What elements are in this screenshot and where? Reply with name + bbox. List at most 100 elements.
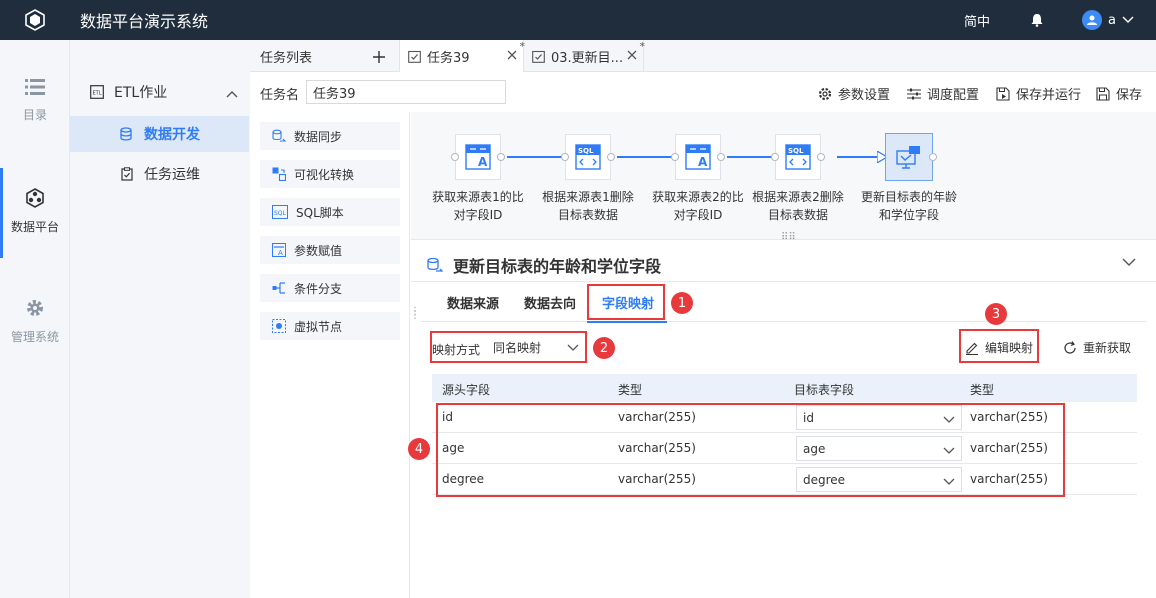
column-header: 源头字段 <box>442 383 491 397</box>
node-port-in[interactable] <box>671 153 679 161</box>
tab-label: 任务39 <box>427 50 470 66</box>
nav-label: 数据平台 <box>10 220 59 234</box>
flow-node-3[interactable]: A <box>671 134 725 180</box>
sub-group-label: ETL作业 <box>114 85 168 101</box>
sub-group-etl[interactable]: ETL ETL作业 <box>70 74 250 110</box>
palette-item-virtual-node[interactable]: 虚拟节点 <box>260 312 400 340</box>
divider <box>421 321 1146 322</box>
button-label: 保存 <box>1116 88 1143 103</box>
sliders-icon <box>907 87 921 101</box>
flow-canvas[interactable]: A 获取来源表1的比 对字段ID SQL 根据来源表1删除 目标表数据 A 获取来源… <box>411 112 1156 243</box>
language-switch[interactable]: 简中 <box>964 11 990 30</box>
node-port-out[interactable] <box>497 153 505 161</box>
app-title: 数据平台演示系统 <box>80 12 209 31</box>
flow-node-1[interactable]: A <box>451 134 505 180</box>
node-palette: 数据同步 可视化转换 SQL SQL脚本 A 参数赋值 条件分支 虚拟节点 <box>250 112 410 598</box>
button-label: 保存并运行 <box>1016 88 1082 103</box>
svg-text:A: A <box>478 155 488 169</box>
flow-node-4[interactable]: SQL <box>771 134 825 180</box>
transform-node-icon: A <box>465 144 491 170</box>
avatar <box>1082 10 1103 30</box>
node-port-out[interactable] <box>817 153 825 161</box>
subtab-data-source[interactable]: 数据来源 <box>447 293 499 312</box>
detail-title: 更新目标表的年龄和学位字段 <box>427 253 661 277</box>
palette-item-sql-script[interactable]: SQL SQL脚本 <box>260 198 400 226</box>
refresh-icon <box>1063 340 1077 355</box>
bell-icon[interactable] <box>1030 13 1044 27</box>
unsaved-mark: * <box>639 40 646 53</box>
nav-item-admin[interactable]: 管理系统 <box>0 298 70 345</box>
palette-item-visual-transform[interactable]: 可视化转换 <box>260 160 400 188</box>
save-and-run-button[interactable]: 保存并运行 <box>996 84 1081 103</box>
flow-node-2[interactable]: SQL <box>561 134 615 180</box>
svg-text:A: A <box>698 155 708 169</box>
nav-item-catalog[interactable]: 目录 <box>0 78 70 123</box>
divider <box>411 281 1156 282</box>
cube-icon <box>0 188 70 208</box>
nav-item-data-platform[interactable]: 数据平台 <box>0 168 70 258</box>
button-label: 重新获取 <box>1083 341 1132 355</box>
transform-icon <box>272 167 286 181</box>
node-port-out[interactable] <box>929 153 937 161</box>
palette-label: 可视化转换 <box>294 167 355 182</box>
task-list-tab[interactable]: 任务列表 <box>250 40 400 72</box>
annotation-box-3 <box>959 329 1039 363</box>
gear-icon <box>818 87 832 101</box>
palette-item-condition-branch[interactable]: 条件分支 <box>260 274 400 302</box>
annotation-badge-1: 1 <box>671 292 693 314</box>
tab-update-target[interactable]: 03.更新目... * <box>524 40 646 72</box>
sync-node-icon <box>896 146 920 169</box>
subtab-data-target[interactable]: 数据去向 <box>524 293 576 312</box>
palette-label: SQL脚本 <box>296 205 344 220</box>
task-name-input[interactable] <box>306 80 506 104</box>
close-icon[interactable] <box>627 48 637 64</box>
node-port-out[interactable] <box>717 153 725 161</box>
palette-label: 参数赋值 <box>294 243 343 258</box>
top-bar: 数据平台演示系统 简中 a <box>0 0 1156 40</box>
list-icon <box>0 78 70 96</box>
clipboard-icon <box>120 167 134 181</box>
task-name-label: 任务名 <box>260 88 300 103</box>
node-port-in[interactable] <box>451 153 459 161</box>
mapping-table-header: 源头字段 类型 目标表字段 类型 <box>432 374 1137 402</box>
node-port-out[interactable] <box>607 153 615 161</box>
annotation-badge-2: 2 <box>593 337 615 359</box>
svg-text:SQL: SQL <box>578 147 594 155</box>
user-menu[interactable]: a <box>1082 10 1134 30</box>
flow-node-label: 根据来源表1删除 目标表数据 <box>542 190 634 222</box>
tab-task39[interactable]: 任务39 * <box>400 40 525 72</box>
chevron-down-icon[interactable] <box>1122 255 1136 270</box>
etl-icon: ETL <box>90 85 104 99</box>
gear-icon <box>0 298 70 318</box>
palette-item-param-assign[interactable]: A 参数赋值 <box>260 236 400 264</box>
logo-icon[interactable] <box>0 0 70 40</box>
username: a <box>1108 12 1116 28</box>
annotation-badge-3: 3 <box>985 303 1007 325</box>
add-task-icon[interactable] <box>373 45 385 68</box>
save-button[interactable]: 保存 <box>1096 84 1142 103</box>
node-port-in[interactable] <box>561 153 569 161</box>
node-port-in[interactable] <box>771 153 779 161</box>
flow-node-5[interactable] <box>885 133 937 181</box>
flow-node-label: 获取来源表2的比 对字段ID <box>652 190 744 222</box>
sync-icon <box>427 257 443 273</box>
task-name-row: 任务名 参数设置 调度配置 保存并运行 保存 <box>250 72 1156 112</box>
flow-node-label: 获取来源表1的比 对字段ID <box>432 190 524 222</box>
flow-node-label: 更新目标表的年龄 和学位字段 <box>860 190 957 222</box>
annotation-badge-4: 4 <box>408 438 430 460</box>
nav-label: 管理系统 <box>10 330 59 344</box>
palette-label: 虚拟节点 <box>294 319 343 334</box>
active-tab-underline <box>587 321 667 323</box>
sub-item-task-ops[interactable]: 任务运维 <box>70 156 250 192</box>
close-icon[interactable] <box>507 48 517 64</box>
database-icon <box>120 127 134 141</box>
chevron-up-icon <box>226 86 238 102</box>
button-label: 参数设置 <box>838 88 891 103</box>
palette-item-data-sync[interactable]: 数据同步 <box>260 122 400 150</box>
refetch-button[interactable]: 重新获取 <box>1063 339 1131 356</box>
param-settings-button[interactable]: 参数设置 <box>818 84 890 103</box>
left-nav: 目录 数据平台 管理系统 <box>0 40 70 598</box>
button-label: 调度配置 <box>927 88 980 103</box>
schedule-config-button[interactable]: 调度配置 <box>907 84 979 103</box>
sub-item-data-dev[interactable]: 数据开发 <box>70 116 249 152</box>
